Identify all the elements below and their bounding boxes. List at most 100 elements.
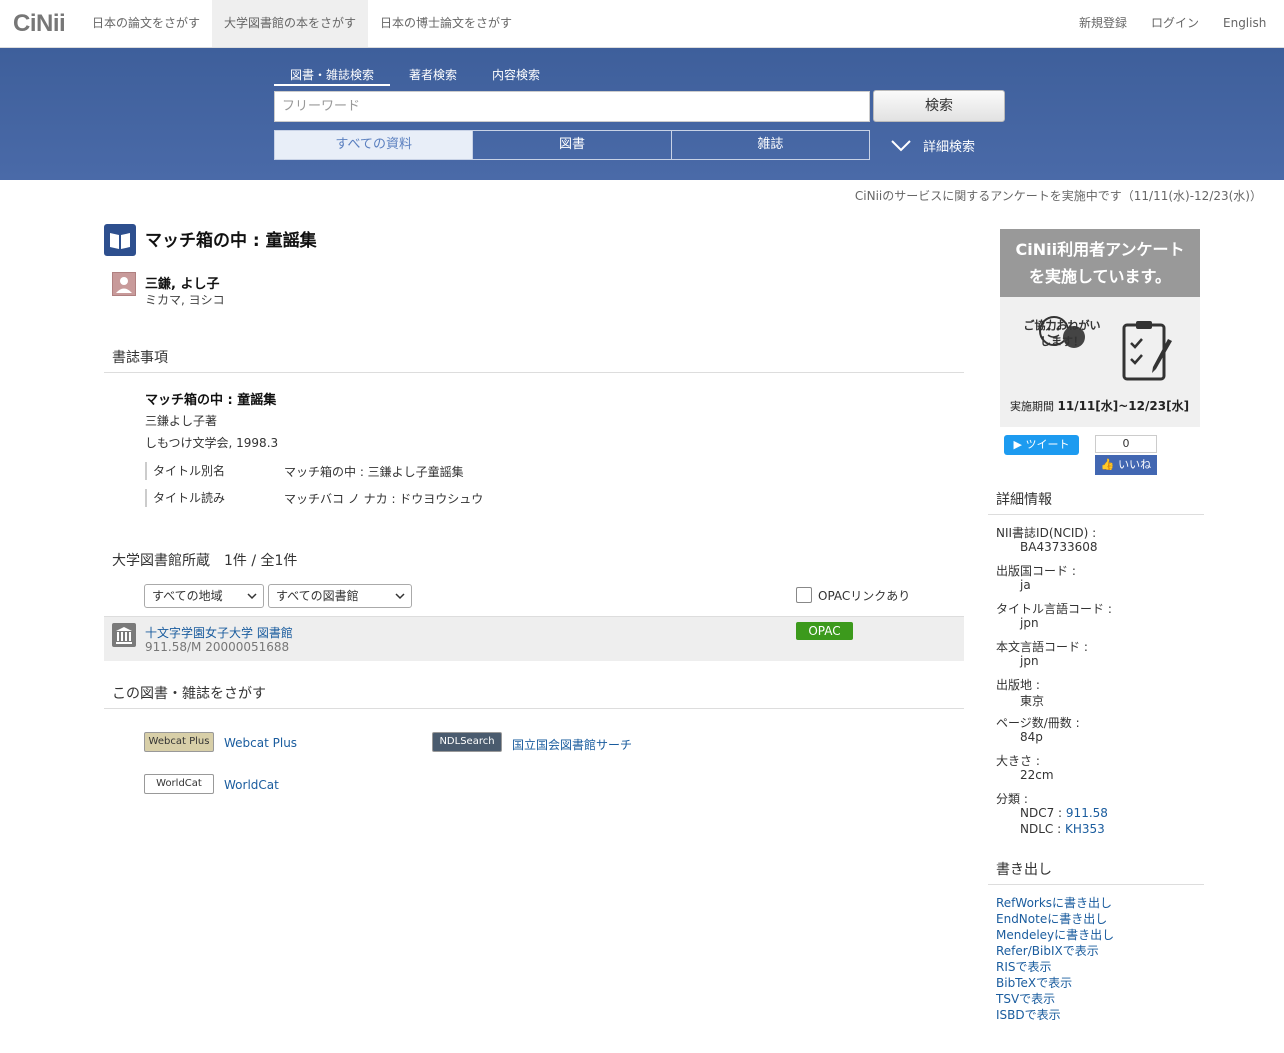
advanced-search-label: 詳細検索 — [923, 140, 976, 155]
pages-value: 84p — [1020, 730, 1043, 744]
banner-mid-line-1: ご協力おねがい — [1023, 319, 1101, 332]
title-lang-value: jpn — [1020, 616, 1039, 630]
nav-tab-books[interactable]: 大学図書館の本をさがす — [212, 0, 369, 47]
divider — [104, 708, 964, 709]
size-value: 22cm — [1020, 768, 1054, 782]
advanced-search-toggle[interactable]: 詳細検索 — [891, 136, 975, 155]
export-refer[interactable]: Refer/BibIXで表示 — [996, 942, 1099, 959]
type-books[interactable]: 図書 — [472, 131, 670, 159]
tweet-button[interactable]: ▶ ツイート — [1004, 435, 1079, 455]
book-title: マッチ箱の中 : 童謡集 — [145, 231, 317, 251]
text-lang-label: 本文言語コード : — [996, 640, 1088, 654]
library-name-link[interactable]: 十文字学園女子大学 図書館 — [145, 624, 293, 641]
banner-line-1: CiNii利用者アンケート — [1015, 240, 1185, 259]
country-label: 出版国コード : — [996, 564, 1076, 578]
top-nav: CiNii 日本の論文をさがす 大学図書館の本をさがす 日本の博士論文をさがす … — [0, 0, 1284, 48]
country-value: ja — [1020, 578, 1031, 592]
export-tsv[interactable]: TSVで表示 — [996, 990, 1055, 1007]
worldcat-link[interactable]: WorldCat — [224, 778, 279, 792]
opac-button[interactable]: OPAC — [796, 622, 853, 640]
alt-title-label: タイトル別名 — [145, 462, 225, 480]
banner-line-2: を実施しています。 — [1029, 267, 1171, 286]
banner-period: 実施期間 11/11[水]~12/23[水] — [1010, 397, 1189, 414]
pages-label: ページ数/冊数 : — [996, 716, 1080, 730]
class-label: 分類 : — [996, 792, 1028, 806]
webcat-logo[interactable]: Webcat Plus — [144, 732, 214, 752]
ndlc-label: NDLC : — [1020, 822, 1062, 836]
search-button[interactable]: 検索 — [873, 90, 1005, 122]
active-tab-underline — [274, 84, 390, 86]
type-all[interactable]: すべての資料 — [275, 131, 473, 159]
export-bibtex[interactable]: BibTeXで表示 — [996, 974, 1072, 991]
ndl-link[interactable]: 国立国会図書館サーチ — [512, 736, 632, 753]
chevron-down-icon — [395, 593, 405, 600]
material-type-bar: すべての資料 図書 雑誌 — [274, 130, 870, 160]
period-label: 実施期間 — [1010, 400, 1054, 413]
worldcat-logo[interactable]: WorldCat — [144, 774, 214, 794]
twitter-bird-icon: ▶ — [1013, 438, 1026, 451]
region-select-value: すべての地域 — [152, 589, 223, 603]
fb-like-label: いいね — [1118, 458, 1152, 471]
nav-tab-dissertations[interactable]: 日本の博士論文をさがす — [368, 0, 524, 47]
export-endnote[interactable]: EndNoteに書き出し — [996, 910, 1107, 927]
ndc7-label: NDC7 : — [1020, 806, 1063, 820]
login-link[interactable]: ログイン — [1151, 0, 1199, 47]
details-heading: 詳細情報 — [996, 492, 1052, 508]
bib-title: マッチ箱の中 : 童謡集 — [145, 393, 277, 408]
export-isbd[interactable]: ISBDで表示 — [996, 1006, 1061, 1023]
call-number: 911.58/M 20000051688 — [145, 640, 290, 654]
ndlc-link[interactable]: KH353 — [1065, 822, 1105, 836]
survey-notice[interactable]: CiNiiのサービスに関するアンケートを実施中です（11/11(水)-12/23… — [855, 187, 1262, 204]
ndc7-link[interactable]: 911.58 — [1066, 806, 1108, 820]
ncid-value: BA43733608 — [1020, 540, 1098, 554]
nav-tab-articles[interactable]: 日本の論文をさがす — [80, 0, 212, 47]
library-select[interactable]: すべての図書館 — [268, 584, 412, 608]
english-link[interactable]: English — [1223, 0, 1266, 47]
divider — [988, 514, 1204, 515]
fb-like-button[interactable]: 👍 いいね — [1095, 455, 1157, 475]
holdings-heading: 大学図書館所蔵 1件 / 全1件 — [112, 553, 298, 569]
fb-like-count: 0 — [1095, 435, 1157, 453]
ncid-label: NII書誌ID(NCID) : — [996, 526, 1097, 540]
title-lang-label: タイトル言語コード : — [996, 602, 1112, 616]
thumbs-up-icon: 👍 — [1100, 458, 1115, 471]
export-ris[interactable]: RISで表示 — [996, 958, 1052, 975]
webcat-link[interactable]: Webcat Plus — [224, 736, 297, 750]
text-lang-value: jpn — [1020, 654, 1039, 668]
reading-value: マッチバコ ノ ナカ : ドウヨウシュウ — [284, 492, 484, 506]
alt-title-value: マッチ箱の中 : 三鎌よし子童謡集 — [284, 465, 464, 479]
banner-mid-line-2: します！ — [1040, 335, 1084, 348]
opac-filter-checkbox[interactable] — [796, 587, 812, 603]
cinii-logo[interactable]: CiNii — [13, 10, 66, 38]
search-input[interactable]: フリーワード — [274, 91, 870, 122]
author-icon — [112, 272, 136, 296]
search-tab-authors[interactable]: 著者検索 — [409, 66, 457, 83]
ndl-logo[interactable]: NDLSearch — [432, 732, 502, 752]
export-refworks[interactable]: RefWorksに書き出し — [996, 894, 1112, 911]
chevron-down-icon — [247, 593, 257, 600]
type-journals[interactable]: 雑誌 — [670, 131, 869, 159]
ndc7-row: NDC7 : 911.58 — [1020, 806, 1108, 820]
place-label: 出版地 : — [996, 678, 1040, 692]
export-heading: 書き出し — [996, 862, 1052, 878]
library-building-icon — [112, 623, 136, 647]
bib-statement: 三鎌よし子著 — [145, 414, 218, 428]
ndlc-row: NDLC : KH353 — [1020, 822, 1105, 836]
chevron-down-icon — [891, 139, 911, 151]
opac-filter-label: OPACリンクあり — [818, 589, 911, 603]
bib-publisher: しもつけ文学会, 1998.3 — [145, 436, 279, 450]
search-tab-books[interactable]: 図書・雑誌検索 — [290, 66, 374, 83]
search-elsewhere-heading: この図書・雑誌をさがす — [112, 686, 266, 702]
author-name[interactable]: 三鎌, よし子 — [145, 273, 219, 292]
region-select[interactable]: すべての地域 — [144, 584, 264, 608]
search-tab-content[interactable]: 内容検索 — [492, 66, 540, 83]
survey-banner[interactable]: CiNii利用者アンケート を実施しています。 ご協力おねがい します！ 実施期… — [1000, 229, 1200, 427]
author-kana: ミカマ, ヨシコ — [145, 293, 225, 307]
register-link[interactable]: 新規登録 — [1079, 0, 1127, 47]
banner-header: CiNii利用者アンケート を実施しています。 — [1000, 229, 1200, 297]
tweet-label: ツイート — [1025, 438, 1070, 451]
divider — [104, 372, 964, 373]
export-mendeley[interactable]: Mendeleyに書き出し — [996, 926, 1114, 943]
period-value: 11/11[水]~12/23[水] — [1057, 399, 1190, 413]
library-select-value: すべての図書館 — [276, 589, 359, 603]
